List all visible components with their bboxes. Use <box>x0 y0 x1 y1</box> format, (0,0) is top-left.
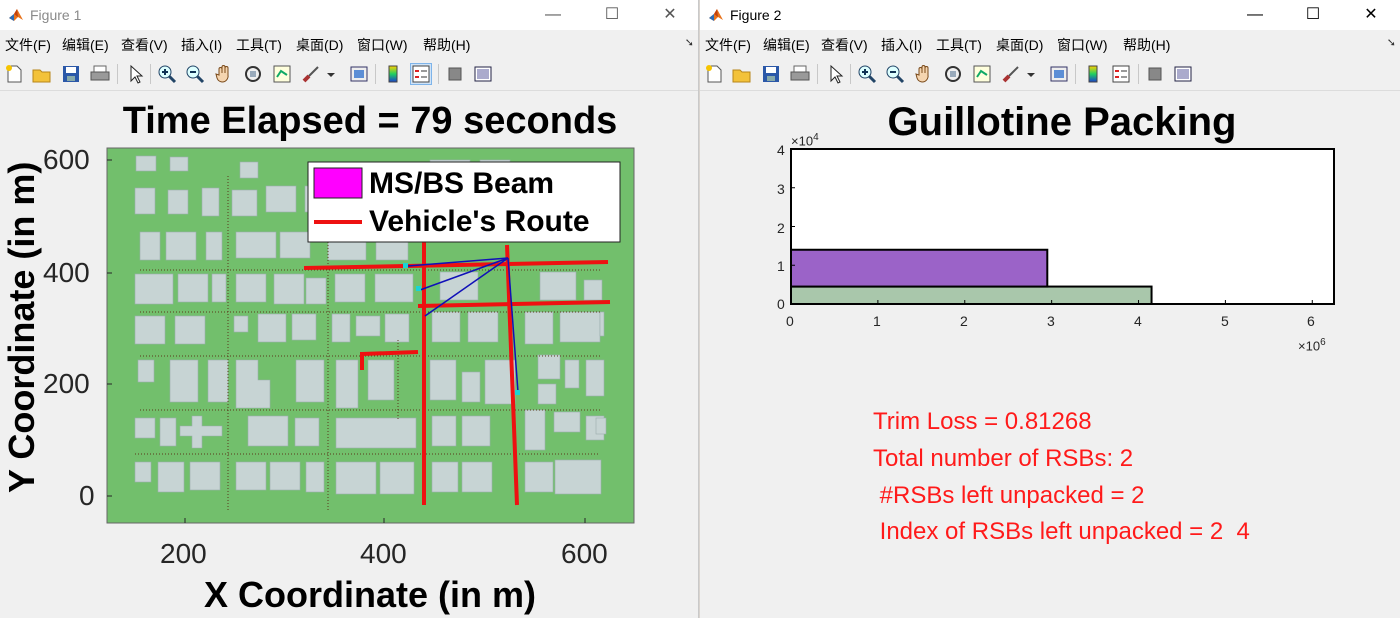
y-exponent-power: 4 <box>813 132 819 143</box>
x-tick-400: 400 <box>360 538 407 569</box>
legend-beam-label: MS/BS Beam <box>369 167 555 200</box>
x-tick-2: 2 <box>960 313 968 329</box>
y-exponent-base: ×10 <box>791 133 814 149</box>
figure1-xlabel: X Coordinate (in m) <box>204 574 536 615</box>
y-tick-200: 200 <box>43 368 90 399</box>
y-tick-600: 600 <box>43 144 90 175</box>
rsbs-left-text: #RSBs left unpacked = 2 <box>873 482 1145 509</box>
x-tick-0: 0 <box>786 313 794 329</box>
packed-rsb-rect-1 <box>790 285 1153 305</box>
x-tick-200: 200 <box>160 538 207 569</box>
x-exponent-power: 6 <box>1320 337 1326 348</box>
legend-beam-swatch <box>313 167 363 199</box>
x-tick-600: 600 <box>561 538 608 569</box>
y-tick-2: 2 <box>777 220 785 236</box>
y-tick-1: 1 <box>777 258 785 274</box>
x-exponent: ×106 <box>1298 337 1326 353</box>
x-exponent-base: ×10 <box>1298 338 1321 354</box>
y-tick-0: 0 <box>79 480 95 511</box>
x-tick-3: 3 <box>1047 313 1055 329</box>
legend-route-label: Vehicle's Route <box>369 205 590 238</box>
figure2-window: Figure 2 — ☐ ✕ 文件(F) 编辑(E) 查看(V) 插入(I) 工… <box>700 0 1400 618</box>
map-plot <box>106 147 635 524</box>
y-tick-3: 3 <box>777 181 785 197</box>
y-tick-400: 400 <box>43 257 90 288</box>
packed-rsb-rect-2 <box>790 248 1049 288</box>
figure1-window: Figure 1 — ☐ ✕ 文件(F) 编辑(E) 查看(V) 插入(I) 工… <box>0 0 699 618</box>
x-tick-5: 5 <box>1221 313 1229 329</box>
x-tick-6: 6 <box>1307 313 1315 329</box>
total-rsbs-text: Total number of RSBs: 2 <box>873 445 1134 472</box>
y-tick-0: 0 <box>777 296 785 312</box>
rsbs-index-text: Index of RSBs left unpacked = 2 4 <box>873 518 1250 545</box>
figure1-ylabel: Y Coordinate (in m) <box>1 161 42 493</box>
y-exponent: ×104 <box>791 132 819 148</box>
trim-loss-text: Trim Loss = 0.81268 <box>873 408 1092 435</box>
x-tick-1: 1 <box>873 313 881 329</box>
x-tick-4: 4 <box>1134 313 1142 329</box>
y-tick-4: 4 <box>777 142 785 158</box>
